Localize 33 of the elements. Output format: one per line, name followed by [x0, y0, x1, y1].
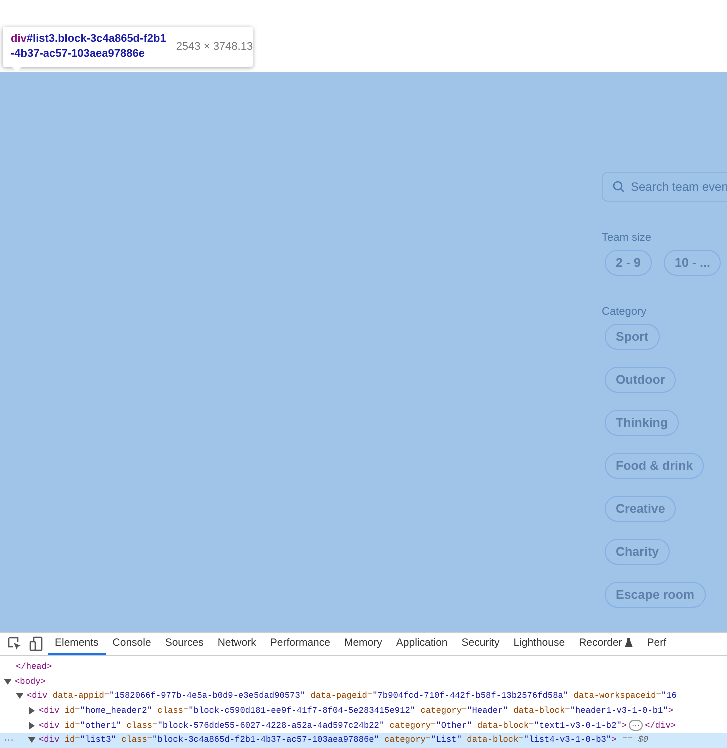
devtools-tab[interactable]: Perf: [640, 633, 674, 655]
device-icon[interactable]: [29, 636, 45, 652]
element-size: 2543 × 3748.13: [176, 41, 254, 53]
devtools-tab[interactable]: Application: [389, 633, 455, 655]
devtools-tab[interactable]: Console: [106, 633, 158, 655]
devtools-tab[interactable]: Network: [210, 633, 264, 655]
dom-node[interactable]: <div id="list3" class="block-3c4a865d-f2b1-4b37-ac57-103aea97886e" category="List" data-block="list4-v3-1-0-b3">: [39, 735, 617, 746]
search-icon: [613, 181, 625, 193]
dom-node[interactable]: <div id="other1" class="block-576dde55-6027-4228-a52a-4ad597c24b22" category="Other" data-block="text1-v3-0-1-b2">: [39, 720, 628, 731]
filter-label: Category: [602, 306, 647, 318]
devtools-tab[interactable]: Lighthouse: [506, 633, 572, 655]
devtools-tab[interactable]: Memory: [337, 633, 390, 655]
dom-node[interactable]: <div id="home_header2" class="block-c590d181-ee9f-41f7-8f04-5e283415e912" category="Header" data-block="header1-v3-1-0-b1">: [39, 706, 674, 716]
devtools-tab[interactable]: Performance: [263, 633, 338, 655]
console-ref: == $0: [622, 735, 649, 746]
expand-arrow-icon[interactable]: [28, 736, 36, 744]
inspect-icon[interactable]: [7, 636, 23, 652]
expand-arrow-icon[interactable]: [16, 692, 24, 700]
devtools-tab[interactable]: Security: [454, 633, 507, 655]
filter-label: Team size: [602, 232, 652, 244]
collapse-arrow-icon[interactable]: [28, 722, 36, 730]
collapse-arrow-icon[interactable]: [28, 707, 36, 716]
more-dots[interactable]: ···: [4, 734, 14, 746]
devtools-tab[interactable]: Elements: [48, 633, 106, 655]
dom-node[interactable]: </head>: [16, 662, 52, 672]
devtools-tab[interactable]: Sources: [158, 633, 211, 655]
dom-node[interactable]: <body>: [15, 676, 46, 687]
dom-node[interactable]: <div data-appid="1582066f-977b-4e5a-b0d9-e3e5dad90573" data-pageid="7b904fcd-710f-442f-b58f-13b2576fd58a" data-workspaceid="16: [27, 691, 677, 702]
expand-arrow-icon[interactable]: [4, 678, 12, 686]
element-selector: div#list3.block-3c4a865d-f2b1 -4b37-ac57-103aea97886e: [11, 32, 166, 62]
ellipsis-badge[interactable]: ⋯: [629, 720, 644, 732]
closing-tag: </div>: [645, 720, 676, 731]
devtools-tab[interactable]: Recorder: [572, 633, 640, 655]
